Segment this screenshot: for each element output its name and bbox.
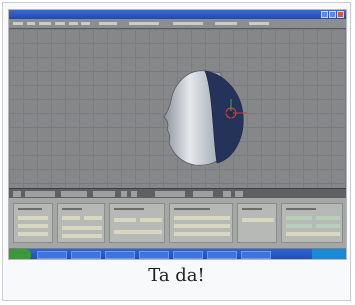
taskbar-item[interactable] — [105, 251, 135, 259]
menu-bar[interactable] — [9, 19, 346, 29]
header-button[interactable] — [61, 191, 87, 197]
properties-panel[interactable] — [57, 203, 105, 243]
maximize-icon[interactable] — [329, 11, 336, 18]
panel-button[interactable] — [62, 234, 102, 238]
start-button[interactable] — [9, 249, 31, 259]
window-title-bar[interactable] — [9, 10, 346, 19]
panel-button[interactable] — [18, 224, 48, 228]
panel-button[interactable] — [114, 230, 162, 234]
panel-button[interactable] — [140, 218, 162, 222]
panel-button[interactable] — [18, 216, 48, 220]
header-button[interactable] — [235, 191, 243, 197]
blender-screenshot[interactable] — [8, 9, 347, 260]
panel-button[interactable] — [242, 218, 274, 222]
panel-label — [242, 208, 262, 210]
panel-label — [18, 208, 42, 210]
windows-taskbar[interactable] — [9, 249, 346, 259]
properties-panel[interactable] — [109, 203, 165, 243]
panel-label — [174, 208, 210, 210]
menu-item[interactable] — [55, 22, 65, 25]
panel-label — [62, 208, 82, 210]
panel-label — [286, 208, 316, 210]
menu-item[interactable] — [81, 22, 90, 25]
panel-button[interactable] — [62, 216, 80, 220]
minimize-icon[interactable] — [321, 11, 328, 18]
menu-item[interactable] — [39, 22, 51, 25]
header-button[interactable] — [93, 191, 115, 197]
menu-item[interactable] — [69, 22, 78, 25]
taskbar-item[interactable] — [241, 251, 271, 259]
header-button[interactable] — [193, 191, 213, 197]
panel-button[interactable] — [316, 224, 340, 228]
header-button[interactable] — [121, 191, 127, 197]
properties-panel[interactable] — [237, 203, 277, 243]
panel-button[interactable] — [174, 232, 230, 236]
panel-button[interactable] — [174, 224, 230, 228]
menu-item[interactable] — [13, 22, 23, 25]
panel-button[interactable] — [18, 232, 48, 236]
panel-button[interactable] — [114, 218, 136, 222]
taskbar-item[interactable] — [173, 251, 203, 259]
panel-button[interactable] — [286, 216, 312, 220]
panel-button[interactable] — [286, 224, 312, 228]
menu-item[interactable] — [173, 22, 203, 25]
header-button[interactable] — [155, 191, 185, 197]
taskbar-item[interactable] — [207, 251, 237, 259]
panel-button[interactable] — [84, 216, 102, 220]
header-button[interactable] — [13, 191, 21, 197]
panel-button[interactable] — [316, 216, 340, 220]
image-thumbnail-frame: Ta da! — [2, 2, 351, 301]
menu-item[interactable] — [215, 22, 237, 25]
header-button[interactable] — [25, 191, 55, 197]
taskbar-item[interactable] — [139, 251, 169, 259]
buttons-window[interactable] — [9, 198, 346, 248]
close-icon[interactable] — [337, 11, 344, 18]
system-tray[interactable] — [312, 249, 346, 259]
header-button[interactable] — [223, 191, 231, 197]
menu-item[interactable] — [249, 22, 269, 25]
panel-button[interactable] — [62, 226, 102, 230]
properties-panel[interactable] — [13, 203, 53, 243]
header-button[interactable] — [131, 191, 137, 197]
taskbar-item[interactable] — [71, 251, 101, 259]
menu-item[interactable] — [129, 22, 159, 25]
panel-label — [114, 208, 144, 210]
properties-panel[interactable] — [169, 203, 233, 243]
panel-button[interactable] — [174, 216, 230, 220]
3d-viewport[interactable] — [9, 29, 346, 188]
properties-panel[interactable] — [281, 203, 343, 243]
3d-object-render — [163, 70, 247, 166]
taskbar-item[interactable] — [37, 251, 67, 259]
menu-item[interactable] — [27, 22, 35, 25]
menu-item[interactable] — [99, 22, 117, 25]
panel-button[interactable] — [286, 232, 340, 236]
image-caption: Ta da! — [148, 265, 205, 286]
